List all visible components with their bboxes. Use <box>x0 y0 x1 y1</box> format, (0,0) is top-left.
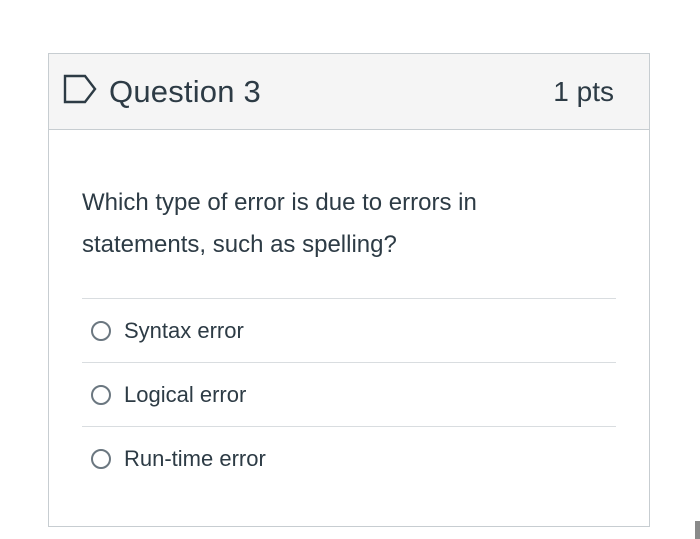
question-title: Question 3 <box>109 73 261 109</box>
answer-option-syntax-error[interactable]: Syntax error <box>82 298 616 362</box>
answer-label: Syntax error <box>124 317 244 343</box>
question-header: Question 3 1 pts <box>49 54 649 130</box>
answer-option-run-time-error[interactable]: Run-time error <box>82 426 616 490</box>
question-card: Question 3 1 pts Which type of error is … <box>48 53 650 527</box>
radio-button[interactable] <box>91 448 111 469</box>
question-body: Which type of error is due to errors in … <box>49 182 649 490</box>
answer-option-logical-error[interactable]: Logical error <box>82 362 616 426</box>
answer-label: Logical error <box>124 381 247 407</box>
scrollbar-edge <box>695 521 700 539</box>
radio-button[interactable] <box>91 384 111 405</box>
quiz-page: Question 3 1 pts Which type of error is … <box>0 0 700 539</box>
flag-question-icon[interactable] <box>63 73 99 105</box>
radio-button[interactable] <box>91 320 111 341</box>
answer-label: Run-time error <box>124 445 266 471</box>
question-text: Which type of error is due to errors in … <box>82 189 477 258</box>
answer-list: Syntax error Logical error Run-time erro… <box>82 298 616 490</box>
question-points: 1 pts <box>553 75 614 107</box>
